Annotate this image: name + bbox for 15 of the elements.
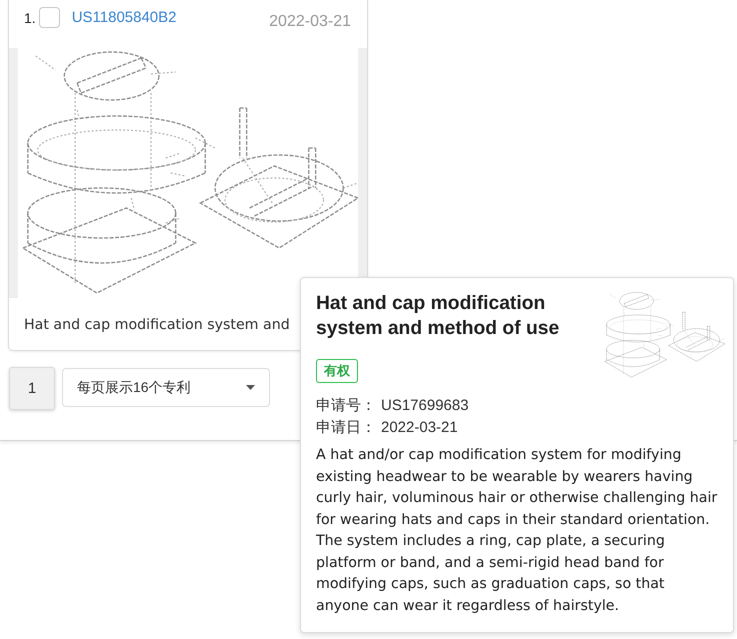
select-checkbox[interactable] (38, 7, 60, 28)
page-button[interactable]: 1 (9, 367, 55, 410)
field-value: 2022-03-21 (381, 418, 458, 438)
field-label: 申请号： (316, 396, 377, 416)
result-index: 1. (24, 9, 36, 28)
page-size-select[interactable]: 每页展示16个专利 (62, 368, 270, 407)
status-tag: 有权 (316, 359, 358, 383)
publication-date: 2022-03-21 (269, 12, 351, 32)
abstract-text: A hat and/or cap modification system for modifying existing headwear to be wearable by wearers having curly hair, voluminous hair or otherwise challenging hair for wearing hats and caps in their standard orientation. The system includes a ring, cap plate, a securing platform or band, and a semi-rigid head band for modifying caps, such as graduation caps, so that anyone can wear it regardless of hairstyle. (316, 446, 718, 616)
patent-number-link[interactable]: US11805840B2 (72, 8, 176, 28)
popover-title: Hat and cap modification system and method of use (316, 292, 560, 341)
field-value: US17699683 (381, 396, 469, 416)
patent-title: Hat and cap modification system and (24, 317, 290, 333)
field-label: 申请日： (316, 418, 377, 438)
caret-icon (246, 385, 255, 390)
